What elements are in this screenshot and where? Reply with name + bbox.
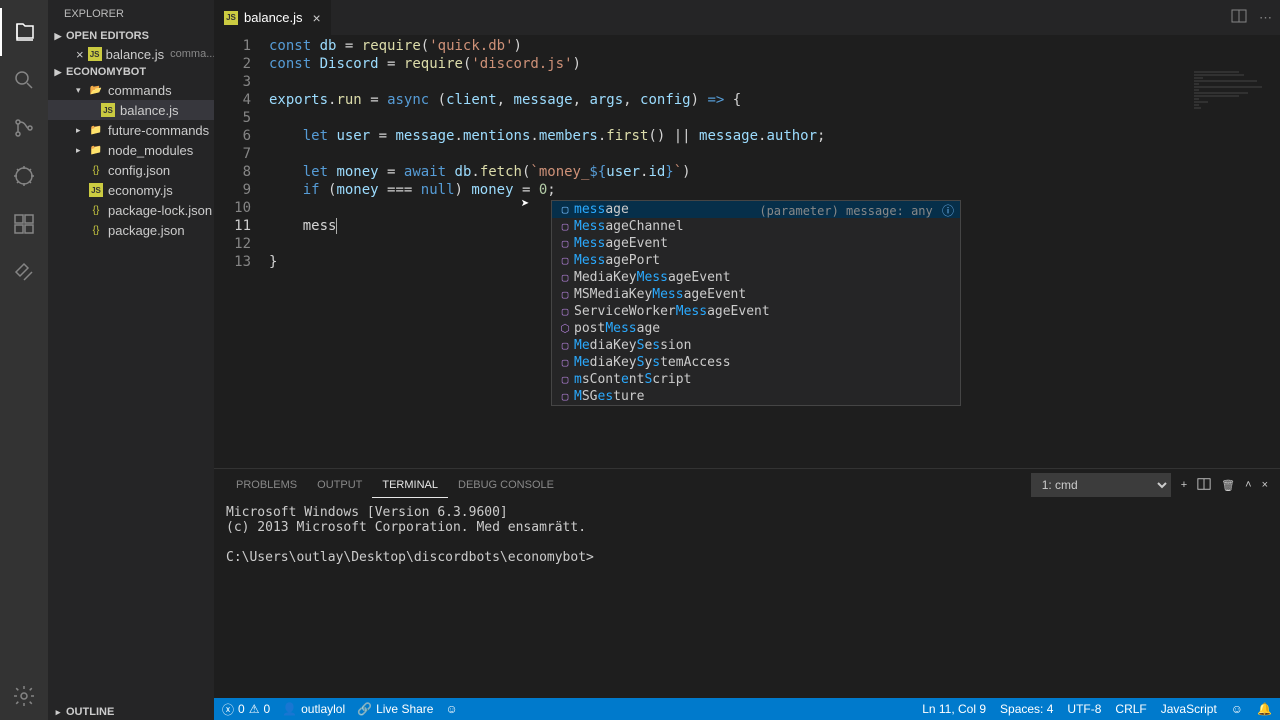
terminal-output[interactable]: Microsoft Windows [Version 6.3.9600] (c)… bbox=[214, 501, 1280, 698]
maximize-panel-icon[interactable]: ˄ bbox=[1245, 479, 1251, 491]
editor-group: JS balance.js × ⋯ 12345678910111213 cons… bbox=[214, 0, 1280, 720]
file-pkg[interactable]: {}package.json bbox=[48, 220, 214, 240]
minimap[interactable] bbox=[1190, 70, 1280, 468]
status-feedback-icon[interactable]: ☺ bbox=[445, 702, 457, 716]
terminal-selector[interactable]: 1: cmd bbox=[1031, 473, 1171, 497]
split-editor-icon[interactable] bbox=[1231, 8, 1247, 27]
kill-terminal-icon[interactable]: 🗑 bbox=[1221, 479, 1235, 492]
folder-commands[interactable]: ▾📂commands bbox=[48, 80, 214, 100]
file-economy[interactable]: JSeconomy.js bbox=[48, 180, 214, 200]
status-language[interactable]: JavaScript bbox=[1161, 702, 1217, 716]
sidebar-title: EXPLORER bbox=[48, 0, 214, 28]
source-control-icon[interactable] bbox=[0, 104, 48, 152]
suggest-item[interactable]: ▢MessagePort bbox=[552, 252, 960, 269]
open-editors-header[interactable]: ▶OPEN EDITORS bbox=[48, 28, 214, 44]
explorer-sidebar: EXPLORER ▶OPEN EDITORS × JS balance.jsco… bbox=[48, 0, 214, 720]
intellisense-popup[interactable]: (parameter) message: any ⓘ ▢message▢Mess… bbox=[551, 200, 961, 406]
outline-header[interactable]: ▸OUTLINE bbox=[48, 704, 214, 720]
panel-tab-output[interactable]: OUTPUT bbox=[307, 473, 372, 497]
status-spaces[interactable]: Spaces: 4 bbox=[1000, 702, 1053, 716]
suggest-item[interactable]: ▢MSMediaKeyMessageEvent bbox=[552, 286, 960, 303]
settings-gear-icon[interactable] bbox=[0, 672, 48, 720]
close-panel-icon[interactable]: × bbox=[1262, 479, 1268, 491]
status-liveshare[interactable]: 🔗Live Share bbox=[357, 702, 433, 716]
open-editor-item[interactable]: × JS balance.jscomma... bbox=[48, 44, 214, 64]
project-header[interactable]: ▶ECONOMYBOT bbox=[48, 64, 214, 80]
suggest-item[interactable]: ▢MediaKeySystemAccess bbox=[552, 354, 960, 371]
suggest-item[interactable]: ▢ServiceWorkerMessageEvent bbox=[552, 303, 960, 320]
status-position[interactable]: Ln 11, Col 9 bbox=[922, 702, 986, 716]
panel-tab-debug[interactable]: DEBUG CONSOLE bbox=[448, 473, 564, 497]
liveshare-icon[interactable] bbox=[0, 248, 48, 296]
activity-bar bbox=[0, 0, 48, 720]
suggest-item[interactable]: ▢MediaKeySession bbox=[552, 337, 960, 354]
suggest-item[interactable]: ▢msContentScript bbox=[552, 371, 960, 388]
suggest-item[interactable]: ⬡postMessage bbox=[552, 320, 960, 337]
suggest-hint: (parameter) message: any ⓘ bbox=[759, 202, 954, 219]
tab-balance[interactable]: JS balance.js × bbox=[214, 0, 332, 35]
folder-node-modules[interactable]: ▸📁node_modules bbox=[48, 140, 214, 160]
more-actions-icon[interactable]: ⋯ bbox=[1259, 10, 1272, 26]
explorer-icon[interactable] bbox=[0, 8, 48, 56]
suggest-item[interactable]: ▢MessageEvent bbox=[552, 235, 960, 252]
status-eol[interactable]: CRLF bbox=[1115, 702, 1146, 716]
split-terminal-icon[interactable] bbox=[1197, 477, 1211, 494]
suggest-item[interactable]: ▢MessageChannel bbox=[552, 218, 960, 235]
extensions-icon[interactable] bbox=[0, 200, 48, 248]
file-pkglock[interactable]: {}package-lock.json bbox=[48, 200, 214, 220]
file-balance[interactable]: JSbalance.js bbox=[48, 100, 214, 120]
folder-future[interactable]: ▸📁future-commands bbox=[48, 120, 214, 140]
mouse-cursor-icon: ➤ bbox=[521, 195, 529, 213]
status-encoding[interactable]: UTF-8 bbox=[1067, 702, 1101, 716]
status-errors[interactable]: ⓧ0⚠0 bbox=[222, 701, 270, 718]
search-icon[interactable] bbox=[0, 56, 48, 104]
status-bell-icon[interactable]: 🔔 bbox=[1257, 702, 1272, 716]
suggest-item[interactable]: ▢MediaKeyMessageEvent bbox=[552, 269, 960, 286]
suggest-item[interactable]: ▢MSGesture bbox=[552, 388, 960, 405]
panel-tab-terminal[interactable]: TERMINAL bbox=[372, 473, 448, 498]
close-tab-icon[interactable]: × bbox=[313, 10, 321, 26]
panel-tab-problems[interactable]: PROBLEMS bbox=[226, 473, 307, 497]
editor-tabs: JS balance.js × ⋯ bbox=[214, 0, 1280, 35]
file-config[interactable]: {}config.json bbox=[48, 160, 214, 180]
status-user[interactable]: 👤outlaylol bbox=[282, 702, 345, 716]
status-feedback2-icon[interactable]: ☺ bbox=[1231, 702, 1243, 716]
new-terminal-icon[interactable]: + bbox=[1181, 479, 1187, 491]
bottom-panel: PROBLEMS OUTPUT TERMINAL DEBUG CONSOLE 1… bbox=[214, 468, 1280, 698]
debug-icon[interactable] bbox=[0, 152, 48, 200]
line-gutter: 12345678910111213 bbox=[214, 35, 269, 468]
status-bar: ⓧ0⚠0 👤outlaylol 🔗Live Share ☺ Ln 11, Col… bbox=[214, 698, 1280, 720]
